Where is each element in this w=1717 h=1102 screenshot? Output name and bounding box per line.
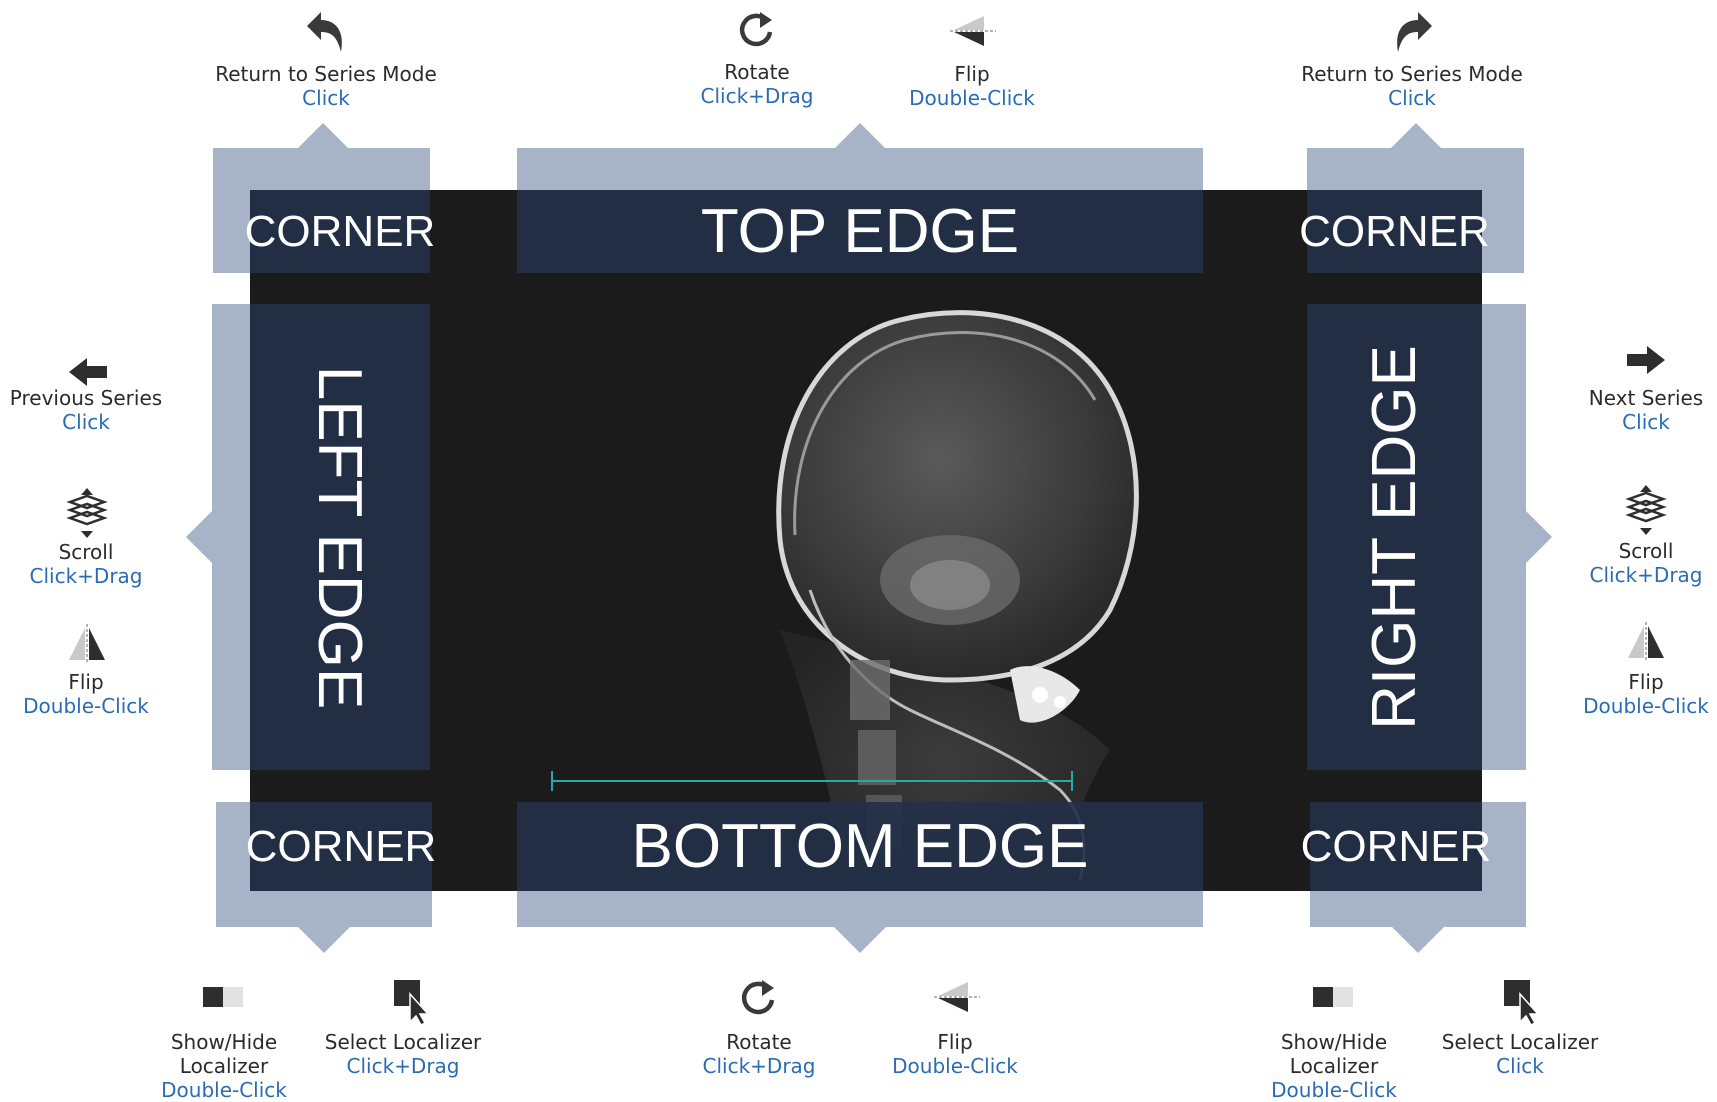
zone-corner-top-right-label: CORNER	[1299, 206, 1490, 256]
label-bl-showhide: Show/Hide Localizer Double-Click	[144, 1030, 304, 1102]
arrow-right-icon	[1627, 346, 1665, 374]
label-bl-select-action: Select Localizer	[324, 1030, 482, 1054]
select-cursor-icon	[1504, 980, 1540, 1026]
pointer-top-left	[297, 123, 349, 149]
pointer-bottom-right	[1392, 927, 1444, 953]
zone-corner-top-right[interactable]: CORNER	[1299, 190, 1490, 273]
label-top-rotate-gesture: Click+Drag	[700, 84, 814, 108]
label-bottom-flip-action: Flip	[937, 1030, 973, 1054]
label-right-flip-action: Flip	[1628, 670, 1664, 694]
zone-corner-bottom-right[interactable]: CORNER	[1301, 802, 1491, 891]
label-right-scroll-action: Scroll	[1618, 539, 1674, 563]
label-bottom-flip: Flip Double-Click	[875, 1030, 1035, 1078]
label-right-flip: Flip Double-Click	[1566, 670, 1717, 718]
label-tl-return: Return to Series Mode Click	[206, 62, 446, 110]
label-right-next: Next Series Click	[1566, 386, 1717, 434]
rotate-icon	[739, 12, 773, 47]
label-top-flip-action: Flip	[954, 62, 990, 86]
label-top-flip-gesture: Double-Click	[909, 86, 1035, 110]
zone-corner-top-left[interactable]: CORNER	[245, 190, 435, 273]
label-right-next-action: Next Series	[1588, 386, 1704, 410]
label-bl-showhide-line1: Show/Hide	[170, 1030, 278, 1054]
pointer-right	[1526, 511, 1552, 563]
label-right-next-gesture: Click	[1622, 410, 1670, 434]
label-left-prev-gesture: Click	[62, 410, 110, 434]
scroll-stack-icon	[66, 488, 108, 538]
zone-corner-bottom-right-label: CORNER	[1300, 821, 1492, 871]
pointer-top-right	[1390, 123, 1442, 149]
pointer-bottom-left	[298, 927, 350, 953]
label-bl-showhide-line2: Localizer	[179, 1054, 269, 1078]
zone-left-edge[interactable]: LEFT EDGE	[250, 304, 430, 770]
label-left-scroll: Scroll Click+Drag	[6, 540, 166, 588]
toggle-localizer-icon	[203, 987, 243, 1007]
label-top-flip: Flip Double-Click	[892, 62, 1052, 110]
label-bottom-flip-gesture: Double-Click	[892, 1054, 1018, 1078]
pointer-bottom	[834, 927, 886, 953]
label-right-scroll: Scroll Click+Drag	[1566, 539, 1717, 587]
label-tr-return-action: Return to Series Mode	[1301, 62, 1523, 86]
rotate-icon	[741, 980, 775, 1015]
zone-corner-bottom-left-label: CORNER	[245, 821, 437, 871]
label-br-showhide-line2: Localizer	[1289, 1054, 1379, 1078]
arrow-left-icon	[69, 358, 107, 386]
zone-corner-bottom-left[interactable]: CORNER	[246, 802, 436, 891]
label-tr-return: Return to Series Mode Click	[1292, 62, 1532, 110]
undo-arrow-icon	[307, 12, 342, 52]
image-viewport[interactable]	[250, 190, 1482, 891]
flip-vertical-icon	[934, 982, 980, 1012]
label-bottom-rotate: Rotate Click+Drag	[679, 1030, 839, 1078]
label-br-showhide-line1: Show/Hide	[1280, 1030, 1388, 1054]
scroll-stack-icon	[1625, 485, 1667, 535]
select-cursor-icon	[394, 980, 430, 1026]
toggle-localizer-icon	[1313, 987, 1353, 1007]
zone-corner-top-left-label: CORNER	[244, 206, 436, 256]
label-left-prev-action: Previous Series	[9, 386, 163, 410]
zone-left-edge-label: LEFT EDGE	[305, 365, 375, 709]
label-bl-select: Select Localizer Click+Drag	[313, 1030, 493, 1078]
label-right-flip-gesture: Double-Click	[1583, 694, 1709, 718]
pointer-top	[834, 123, 886, 149]
pointer-left	[186, 511, 212, 563]
label-br-showhide: Show/Hide Localizer Double-Click	[1254, 1030, 1414, 1102]
flip-vertical-icon	[950, 16, 996, 46]
label-right-scroll-gesture: Click+Drag	[1589, 563, 1703, 587]
flip-horizontal-icon	[69, 624, 105, 662]
label-tl-return-action: Return to Series Mode	[215, 62, 437, 86]
zone-top-edge[interactable]: TOP EDGE	[517, 190, 1203, 273]
label-br-select: Select Localizer Click	[1430, 1030, 1610, 1078]
zone-bottom-edge-label: BOTTOM EDGE	[631, 812, 1089, 881]
label-br-showhide-gesture: Double-Click	[1271, 1078, 1397, 1102]
zone-top-edge-label: TOP EDGE	[700, 197, 1020, 266]
xray-skull-image	[551, 310, 1139, 891]
label-left-scroll-action: Scroll	[58, 540, 114, 564]
flip-horizontal-icon	[1628, 622, 1664, 660]
label-left-prev: Previous Series Click	[4, 386, 168, 434]
label-top-rotate-action: Rotate	[724, 60, 790, 84]
label-left-flip: Flip Double-Click	[6, 670, 166, 718]
label-left-flip-gesture: Double-Click	[23, 694, 149, 718]
zone-right-edge-label: RIGHT EDGE	[1360, 344, 1429, 730]
label-left-flip-action: Flip	[68, 670, 104, 694]
label-bottom-rotate-gesture: Click+Drag	[702, 1054, 816, 1078]
label-tl-return-gesture: Click	[302, 86, 350, 110]
label-bl-select-gesture: Click+Drag	[346, 1054, 460, 1078]
label-bl-showhide-gesture: Double-Click	[161, 1078, 287, 1102]
zone-bottom-edge[interactable]: BOTTOM EDGE	[517, 802, 1203, 891]
label-tr-return-gesture: Click	[1388, 86, 1436, 110]
label-left-scroll-gesture: Click+Drag	[29, 564, 143, 588]
label-br-select-action: Select Localizer	[1441, 1030, 1599, 1054]
zone-right-edge[interactable]: RIGHT EDGE	[1307, 304, 1482, 770]
label-br-select-gesture: Click	[1496, 1054, 1544, 1078]
label-bottom-rotate-action: Rotate	[726, 1030, 792, 1054]
label-top-rotate: Rotate Click+Drag	[677, 60, 837, 108]
redo-arrow-icon	[1397, 12, 1432, 52]
